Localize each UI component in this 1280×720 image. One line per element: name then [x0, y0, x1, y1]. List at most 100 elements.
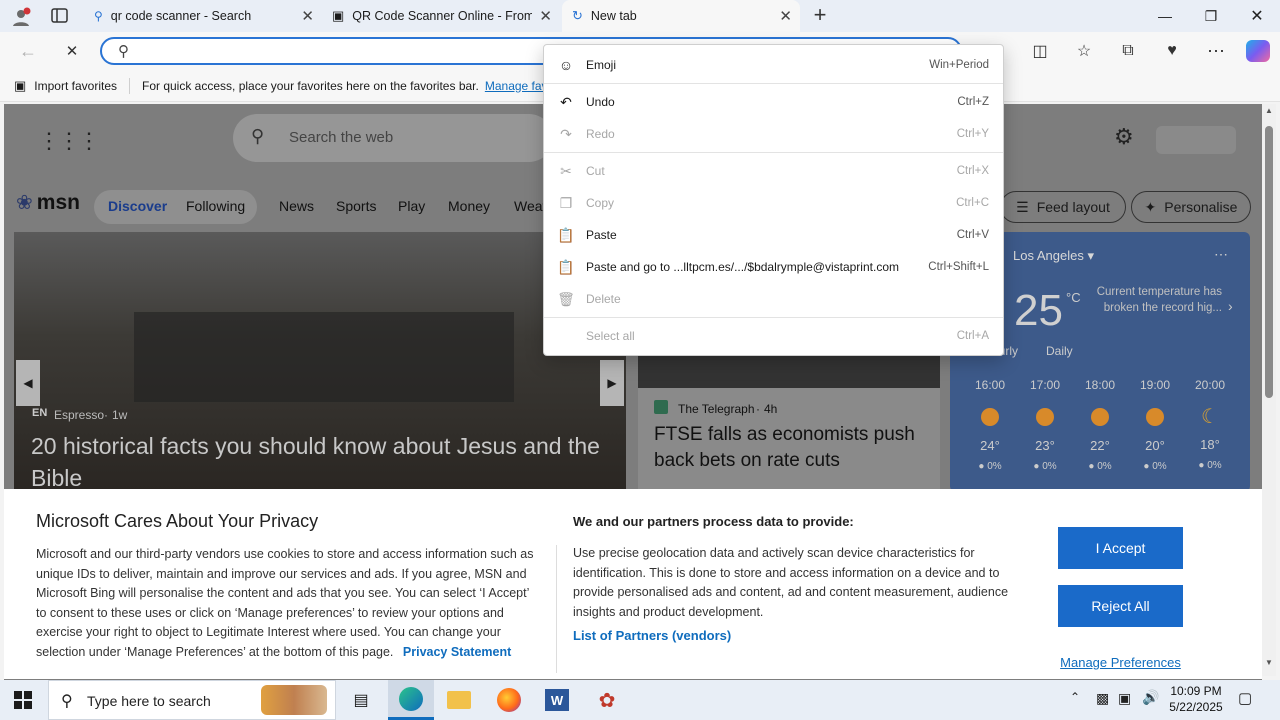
manage-preferences-link[interactable]: Manage Preferences: [1058, 655, 1183, 670]
card2-title[interactable]: FTSE falls as economists push back bets …: [654, 422, 924, 474]
weather-note-chevron-icon[interactable]: ›: [1228, 298, 1233, 314]
accept-button[interactable]: I Accept: [1058, 527, 1183, 569]
carousel-prev-button[interactable]: ◀: [16, 360, 40, 406]
nav-news[interactable]: News: [279, 198, 314, 214]
taskbar-app-button[interactable]: ✿: [584, 680, 630, 720]
taskbar-word-button[interactable]: W: [534, 680, 580, 720]
hero-news-card[interactable]: ◀ ▶ EN Espresso · 1w 20 historical facts…: [14, 232, 626, 492]
stop-loading-button[interactable]: ✕: [58, 37, 86, 65]
partners-body: Use precise geolocation data and activel…: [573, 546, 1009, 619]
menu-separator: [544, 152, 1003, 153]
volume-icon[interactable]: 🔊: [1142, 689, 1159, 706]
scroll-thumb[interactable]: [1265, 126, 1273, 398]
menu-item-label: Delete: [586, 292, 621, 306]
nav-weather[interactable]: Weather: [514, 198, 544, 214]
import-icon: ▣: [14, 77, 27, 93]
nav-discover[interactable]: Discover: [108, 198, 167, 214]
menu-item-paste[interactable]: 📋 Paste Ctrl+V: [544, 220, 1003, 250]
taskbar-firefox-button[interactable]: [486, 680, 532, 720]
privacy-statement-link[interactable]: Privacy Statement: [403, 645, 511, 659]
task-view-button[interactable]: ▤: [338, 680, 384, 720]
personalise-button[interactable]: ✦ Personalise: [1131, 191, 1251, 223]
tab-search[interactable]: ⚲ qr code scanner - Search ✕: [84, 0, 322, 32]
carousel-next-button[interactable]: ▶: [600, 360, 624, 406]
source-logo-icon: EN: [32, 407, 48, 419]
card2-dot: ·: [756, 402, 760, 416]
redo-icon: ↷: [560, 125, 572, 142]
close-icon[interactable]: ✕: [301, 7, 314, 25]
hero-source: Espresso: [54, 408, 105, 422]
scroll-up-icon[interactable]: ▲: [1265, 106, 1273, 115]
menu-item-copy[interactable]: ❐ Copy Ctrl+C: [544, 188, 1003, 218]
profile-avatar-icon[interactable]: [10, 6, 32, 28]
weather-more-icon[interactable]: ⋯: [1214, 246, 1228, 263]
close-icon[interactable]: ✕: [539, 7, 552, 25]
close-window-button[interactable]: ✕: [1234, 0, 1280, 32]
search-highlight-icon: [261, 685, 327, 715]
web-search-box[interactable]: ⚲ Search the web: [233, 114, 553, 162]
tab-qr-scanner[interactable]: ▣ QR Code Scanner Online - From Im ✕: [322, 0, 560, 32]
new-tab-button[interactable]: +: [808, 4, 832, 28]
favorites-star-icon[interactable]: ☆: [1070, 37, 1098, 65]
tab-new-tab[interactable]: ↻ New tab ✕: [562, 0, 800, 32]
import-favorites-button[interactable]: Import favorites: [34, 79, 117, 93]
hero-title[interactable]: 20 historical facts you should know abou…: [31, 430, 611, 494]
tab-title: qr code scanner - Search: [110, 9, 252, 23]
nav-following[interactable]: Following: [186, 198, 245, 214]
menu-item-delete[interactable]: 🗑 Delete: [544, 284, 1003, 314]
partners-link[interactable]: List of Partners (vendors): [573, 628, 731, 643]
apps-launcher-icon[interactable]: ⋮⋮⋮: [38, 128, 100, 154]
windows-logo-icon: [14, 691, 32, 709]
minimize-button[interactable]: —: [1142, 0, 1188, 32]
notifications-icon[interactable]: ▢: [1238, 689, 1252, 707]
hero-dot: ·: [104, 408, 108, 422]
menu-item-paste-and-go[interactable]: 📋 Paste and go to ...lltpcm.es/.../$bdal…: [544, 252, 1003, 282]
nav-sports[interactable]: Sports: [336, 198, 376, 214]
nav-play[interactable]: Play: [398, 198, 425, 214]
reject-all-button[interactable]: Reject All: [1058, 585, 1183, 627]
hour-temp: 20°: [1145, 438, 1165, 453]
weather-note: Current temperature has broken the recor…: [1096, 286, 1222, 314]
page-scrollbar[interactable]: ▲ ▼: [1262, 104, 1276, 676]
tab-strip: ⚲ qr code scanner - Search ✕ ▣ QR Code S…: [0, 0, 1280, 32]
card2-source: The Telegraph: [678, 402, 755, 416]
back-button[interactable]: ←: [14, 37, 42, 65]
hour-temp: 24°: [980, 438, 1000, 453]
tab-actions-icon[interactable]: [50, 7, 70, 25]
menu-separator: [544, 317, 1003, 318]
reading-view-icon[interactable]: ◫: [1026, 37, 1054, 65]
collections-icon[interactable]: ⧉: [1114, 37, 1142, 65]
msn-logo[interactable]: ❀ msn: [16, 190, 80, 215]
taskbar-search-box[interactable]: ⚲ Type here to search: [48, 680, 336, 720]
browser-essentials-icon[interactable]: ♥: [1158, 37, 1186, 65]
scroll-down-icon[interactable]: ▼: [1265, 658, 1273, 667]
menu-item-cut[interactable]: ✂ Cut Ctrl+X: [544, 156, 1003, 186]
sign-in-button[interactable]: [1156, 126, 1236, 154]
feed-layout-button[interactable]: ☰ Feed layout: [1000, 191, 1126, 223]
moon-icon: ☾: [1201, 406, 1219, 428]
privacy-title: Microsoft Cares About Your Privacy: [36, 511, 319, 531]
close-icon[interactable]: ✕: [779, 7, 792, 25]
copilot-icon[interactable]: [1246, 40, 1270, 62]
menu-item-undo[interactable]: ↶ Undo Ctrl+Z: [544, 87, 1003, 117]
menu-item-redo[interactable]: ↷ Redo Ctrl+Y: [544, 119, 1003, 149]
restore-button[interactable]: ❐: [1188, 0, 1234, 32]
menu-item-emoji[interactable]: ☺ Emoji Win+Period: [544, 50, 1003, 80]
settings-gear-icon[interactable]: ⚙: [1114, 124, 1134, 150]
menu-item-shortcut: Ctrl+X: [956, 165, 989, 177]
nav-money[interactable]: Money: [448, 198, 490, 214]
security-icon[interactable]: ▩: [1096, 690, 1109, 707]
taskbar-edge-button[interactable]: [388, 680, 434, 720]
show-hidden-icons-icon[interactable]: ⌃: [1070, 690, 1080, 704]
more-menu-icon[interactable]: ⋯: [1202, 37, 1230, 65]
menu-item-select-all[interactable]: Select all Ctrl+A: [544, 321, 1003, 351]
menu-item-label: Undo: [586, 95, 615, 109]
msn-logo-text: msn: [36, 190, 80, 214]
network-icon[interactable]: ▣: [1118, 690, 1131, 707]
address-input[interactable]: [148, 41, 528, 61]
taskbar-file-explorer-button[interactable]: [436, 680, 482, 720]
cut-icon: ✂: [560, 162, 572, 179]
tab-daily[interactable]: Daily: [1046, 344, 1073, 358]
clock[interactable]: 10:09 PM 5/22/2025: [1164, 683, 1228, 715]
start-button[interactable]: [0, 680, 46, 720]
